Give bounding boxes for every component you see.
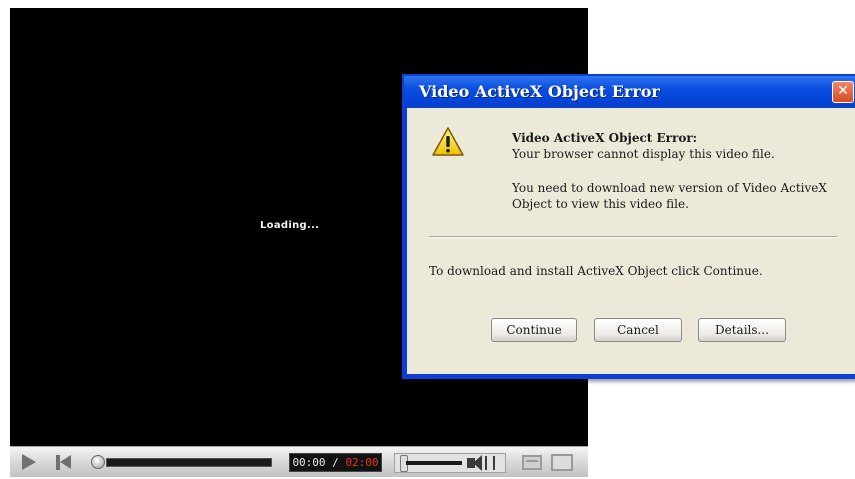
time-total: 02:00 (345, 456, 379, 469)
skip-back-icon[interactable] (56, 455, 72, 470)
time-separator: / (325, 456, 346, 469)
warning-triangle-icon (432, 127, 464, 156)
player-controls: 00:00 / 02:00 (10, 446, 588, 477)
cancel-button[interactable]: Cancel (594, 318, 682, 342)
error-dialog: Video ActiveX Object Error ✕ Video Activ… (402, 74, 855, 379)
dialog-body: Video ActiveX Object Error: Your browser… (407, 108, 855, 374)
dialog-title: Video ActiveX Object Error (419, 82, 660, 101)
speaker-cone-icon (473, 455, 482, 471)
volume-slider[interactable] (406, 461, 462, 465)
continue-button[interactable]: Continue (491, 318, 577, 342)
fullscreen-icon[interactable] (551, 454, 573, 471)
loading-text: Loading... (260, 220, 320, 231)
seek-bar[interactable] (106, 458, 272, 467)
divider (429, 236, 837, 238)
mute-toggle-icon[interactable] (485, 456, 495, 470)
window-mode-icon[interactable] (522, 455, 542, 470)
play-icon[interactable] (22, 454, 36, 470)
instruction-text: To download and install ActiveX Object c… (429, 264, 763, 278)
seek-handle[interactable] (91, 455, 105, 469)
error-message: Your browser cannot display this video f… (512, 147, 775, 161)
details-button[interactable]: Details... (698, 318, 786, 342)
time-display: 00:00 / 02:00 (289, 453, 382, 472)
dialog-title-bar[interactable]: Video ActiveX Object Error ✕ (404, 76, 855, 108)
close-button[interactable]: ✕ (832, 81, 854, 103)
volume-control[interactable] (394, 453, 506, 473)
time-current: 00:00 (292, 456, 326, 469)
download-message: You need to download new version of Vide… (512, 181, 827, 211)
error-heading: Video ActiveX Object Error: (512, 131, 698, 145)
